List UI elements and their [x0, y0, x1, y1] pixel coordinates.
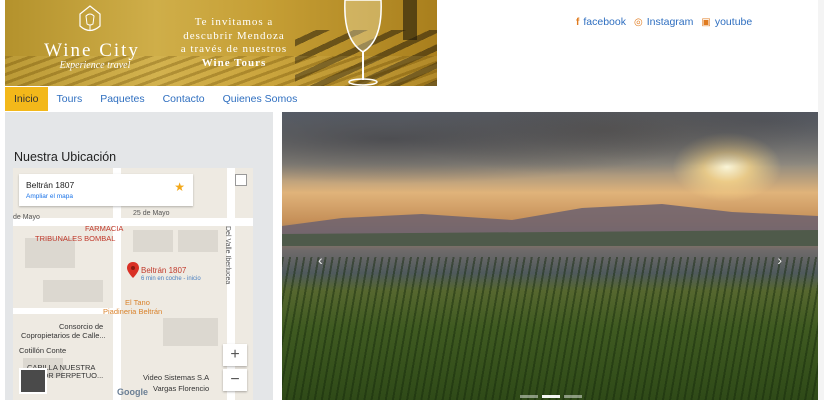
nav-contacto[interactable]: Contacto [154, 87, 214, 111]
map-info-card: Beltrán 1807 Ampliar el mapa ★ [19, 174, 193, 206]
main-nav: Inicio Tours Paquetes Contacto Quienes S… [5, 87, 306, 111]
header-banner[interactable]: Wine City Experience travel Te invitamos… [5, 0, 437, 86]
facebook-label: facebook [583, 16, 626, 28]
map-block [43, 280, 103, 302]
save-star-icon[interactable]: ★ [174, 180, 185, 194]
map-block [178, 230, 218, 252]
slide-mountains [282, 204, 818, 246]
promo-line: a través de nuestros [180, 43, 288, 55]
nav-tours[interactable]: Tours [48, 87, 92, 111]
place-farmacia: FARMACIA [85, 224, 124, 233]
google-logo: Google [117, 387, 148, 397]
instagram-label: Instagram [646, 16, 694, 28]
hero-slider: ‹ › [282, 112, 818, 400]
map-address: Beltrán 1807 [26, 180, 75, 190]
slider-next-button[interactable]: › [777, 252, 782, 268]
promo-highlight: Wine Tours [201, 56, 267, 69]
location-panel: Nuestra Ubicación 25 de Mayo de Mayo Del… [5, 112, 273, 400]
promo-text: Te invitamos a descubrir Mendoza a travé… [163, 16, 305, 70]
facebook-link[interactable]: f facebook [576, 16, 626, 28]
map-road [13, 218, 253, 226]
map-block [133, 230, 173, 252]
slider-dot[interactable] [520, 395, 538, 398]
street-label: Del Valle Iberlucea [224, 226, 231, 285]
brand-name: Wine City [44, 40, 140, 61]
place-tribunales: TRIBUNALES BOMBAL [35, 234, 116, 243]
instagram-link[interactable]: ◎ Instagram [634, 16, 693, 28]
street-label: de Mayo [13, 214, 40, 221]
page-edge [818, 0, 824, 400]
expand-map-link[interactable]: Ampliar el mapa [26, 193, 73, 200]
banner-arc [400, 0, 437, 86]
slider-prev-button[interactable]: ‹ [318, 252, 323, 268]
pin-sublabel: 6 min en coche - inicio [141, 276, 201, 282]
location-title: Nuestra Ubicación [14, 150, 117, 164]
nav-paquetes[interactable]: Paquetes [91, 87, 153, 111]
embedded-map[interactable]: 25 de Mayo de Mayo Del Valle Iberlucea F… [13, 168, 253, 400]
zoom-in-button[interactable]: + [223, 344, 247, 366]
youtube-icon: ▣ [701, 16, 711, 28]
place-consorcio: Consorcio de [59, 322, 104, 331]
slider-dot[interactable] [564, 395, 582, 398]
nav-inicio[interactable]: Inicio [5, 87, 48, 111]
slider-indicators [520, 395, 582, 398]
place-cotillon: Cotillón Conte [19, 346, 67, 355]
place-video-sistemas: Video Sistemas S.A [143, 373, 210, 382]
map-road [13, 308, 113, 314]
nav-quienes-somos[interactable]: Quienes Somos [214, 87, 307, 111]
wine-city-crest-icon [79, 5, 101, 32]
place-copropietarios: Copropietarios de Calle... [21, 331, 106, 340]
slide-clouds [282, 112, 818, 202]
promo-line: descubrir Mendoza [183, 29, 285, 42]
map-block [163, 318, 218, 346]
youtube-link[interactable]: ▣ youtube [701, 16, 752, 28]
brand-tagline: Experience travel [59, 60, 131, 71]
place-piadineria: Piadineria Beltrán [103, 307, 163, 316]
map-checkbox[interactable] [235, 174, 247, 186]
place-el-tano: El Tano [125, 298, 150, 307]
zoom-out-button[interactable]: − [223, 369, 247, 391]
street-view-thumbnail[interactable] [19, 368, 47, 394]
slider-dot[interactable] [542, 395, 560, 398]
street-label: 25 de Mayo [133, 210, 170, 217]
promo-line: Te invitamos a [194, 16, 274, 28]
pin-label: Beltrán 1807 [141, 266, 187, 275]
instagram-icon: ◎ [633, 16, 643, 28]
map-pin-icon[interactable] [127, 262, 139, 278]
place-vargas-florencio: Vargas Florencio [153, 384, 210, 393]
youtube-label: youtube [714, 16, 753, 28]
slide-vineyard-rows [282, 257, 818, 400]
facebook-icon: f [576, 16, 580, 28]
social-links: f facebook ◎ Instagram ▣ youtube [576, 16, 752, 28]
